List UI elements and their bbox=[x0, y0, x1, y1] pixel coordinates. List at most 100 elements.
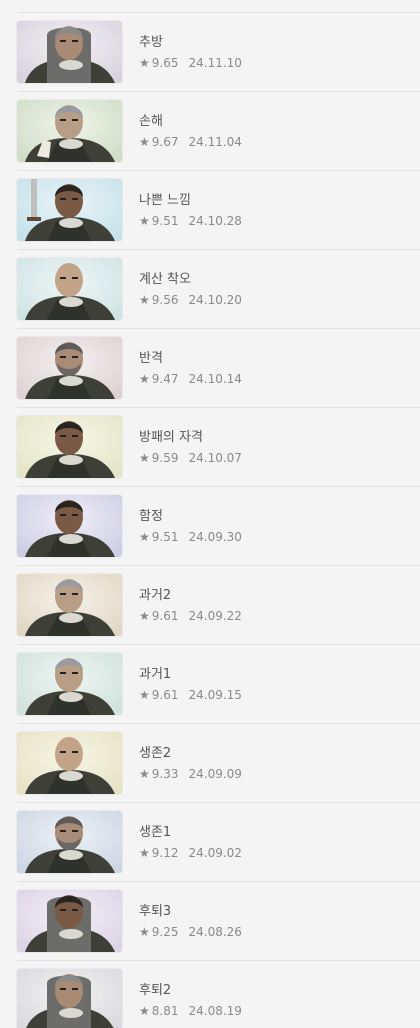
eye-right-shape bbox=[72, 356, 78, 358]
star-icon: ★ bbox=[139, 529, 150, 544]
episode-list-item[interactable]: 생존1 ★ 9.12 24.09.02 bbox=[17, 803, 420, 882]
collar-clasp-shape bbox=[59, 376, 83, 386]
star-icon: ★ bbox=[139, 1003, 150, 1018]
star-icon: ★ bbox=[139, 371, 150, 386]
episode-list-item[interactable]: 추방 ★ 9.65 24.11.10 bbox=[17, 13, 420, 92]
episode-title[interactable]: 생존2 bbox=[139, 746, 242, 762]
episode-date: 24.09.30 bbox=[188, 529, 242, 544]
episode-meta: ★ 9.12 24.09.02 bbox=[139, 846, 242, 860]
episode-title[interactable]: 방패의 자격 bbox=[139, 430, 242, 446]
episode-title[interactable]: 나쁜 느낌 bbox=[139, 193, 242, 209]
episode-thumbnail[interactable] bbox=[17, 732, 122, 794]
face-shape bbox=[55, 263, 83, 297]
episode-rating: 9.47 bbox=[151, 371, 179, 386]
star-icon: ★ bbox=[139, 924, 150, 939]
collar-clasp-shape bbox=[59, 692, 83, 702]
episode-list-item[interactable]: 방패의 자격 ★ 9.59 24.10.07 bbox=[17, 408, 420, 487]
star-icon: ★ bbox=[139, 450, 150, 465]
episode-list-item[interactable]: 과거2 ★ 9.61 24.09.22 bbox=[17, 566, 420, 645]
episode-meta: ★ 9.65 24.11.10 bbox=[139, 56, 242, 70]
eye-left-shape bbox=[60, 356, 66, 358]
episode-thumbnail[interactable] bbox=[17, 179, 122, 241]
episode-list-item[interactable]: 과거1 ★ 9.61 24.09.15 bbox=[17, 645, 420, 724]
collar-clasp-shape bbox=[59, 60, 83, 70]
episode-info: 방패의 자격 ★ 9.59 24.10.07 bbox=[139, 430, 242, 465]
episode-title[interactable]: 후퇴3 bbox=[139, 904, 242, 920]
episode-title[interactable]: 생존1 bbox=[139, 825, 242, 841]
episode-list-item[interactable]: 후퇴3 ★ 9.25 24.08.26 bbox=[17, 882, 420, 961]
episode-list-item[interactable]: 함정 ★ 9.51 24.09.30 bbox=[17, 487, 420, 566]
eye-right-shape bbox=[72, 751, 78, 753]
episode-list-item[interactable]: 손해 ★ 9.67 24.11.04 bbox=[17, 92, 420, 171]
thumbnail-illustration bbox=[17, 811, 122, 873]
collar-clasp-shape bbox=[59, 139, 83, 149]
thumbnail-illustration bbox=[17, 337, 122, 399]
episode-info: 손해 ★ 9.67 24.11.04 bbox=[139, 114, 242, 149]
thumbnail-illustration bbox=[17, 495, 122, 557]
episode-meta: ★ 8.81 24.08.19 bbox=[139, 1004, 242, 1018]
episode-info: 추방 ★ 9.65 24.11.10 bbox=[139, 35, 242, 70]
episode-date: 24.11.04 bbox=[188, 134, 242, 149]
eye-left-shape bbox=[60, 435, 66, 437]
episode-thumbnail[interactable] bbox=[17, 416, 122, 478]
episode-rating: 9.59 bbox=[151, 450, 179, 465]
episode-meta: ★ 9.61 24.09.22 bbox=[139, 609, 242, 623]
thumbnail-illustration bbox=[17, 416, 122, 478]
thumbnail-illustration bbox=[17, 653, 122, 715]
eye-right-shape bbox=[72, 672, 78, 674]
episode-thumbnail[interactable] bbox=[17, 100, 122, 162]
thumbnail-illustration bbox=[17, 179, 122, 241]
episode-thumbnail[interactable] bbox=[17, 337, 122, 399]
eye-left-shape bbox=[60, 830, 66, 832]
episode-date: 24.10.20 bbox=[188, 292, 242, 307]
episode-meta: ★ 9.33 24.09.09 bbox=[139, 767, 242, 781]
episode-thumbnail[interactable] bbox=[17, 258, 122, 320]
episode-thumbnail[interactable] bbox=[17, 653, 122, 715]
episode-date: 24.08.19 bbox=[188, 1003, 242, 1018]
episode-title[interactable]: 과거1 bbox=[139, 667, 242, 683]
episode-info: 과거2 ★ 9.61 24.09.22 bbox=[139, 588, 242, 623]
collar-clasp-shape bbox=[59, 455, 83, 465]
episode-title[interactable]: 함정 bbox=[139, 509, 242, 525]
episode-title[interactable]: 계산 착오 bbox=[139, 272, 242, 288]
eye-left-shape bbox=[60, 198, 66, 200]
episode-date: 24.09.15 bbox=[188, 687, 242, 702]
star-icon: ★ bbox=[139, 766, 150, 781]
episode-rating: 9.51 bbox=[151, 213, 179, 228]
star-icon: ★ bbox=[139, 134, 150, 149]
eye-left-shape bbox=[60, 119, 66, 121]
episode-list-item[interactable]: 나쁜 느낌 ★ 9.51 24.10.28 bbox=[17, 171, 420, 250]
eye-left-shape bbox=[60, 988, 66, 990]
episode-date: 24.08.26 bbox=[188, 924, 242, 939]
episode-meta: ★ 9.59 24.10.07 bbox=[139, 451, 242, 465]
episode-meta: ★ 9.51 24.09.30 bbox=[139, 530, 242, 544]
episode-date: 24.09.09 bbox=[188, 766, 242, 781]
episode-title[interactable]: 후퇴2 bbox=[139, 983, 242, 999]
episode-title[interactable]: 추방 bbox=[139, 35, 242, 51]
episode-title[interactable]: 과거2 bbox=[139, 588, 242, 604]
star-icon: ★ bbox=[139, 687, 150, 702]
episode-thumbnail[interactable] bbox=[17, 495, 122, 557]
eye-left-shape bbox=[60, 277, 66, 279]
collar-clasp-shape bbox=[59, 218, 83, 228]
episode-rating: 9.51 bbox=[151, 529, 179, 544]
episode-list-item[interactable]: 계산 착오 ★ 9.56 24.10.20 bbox=[17, 250, 420, 329]
episode-thumbnail[interactable] bbox=[17, 969, 122, 1028]
star-icon: ★ bbox=[139, 845, 150, 860]
episode-thumbnail[interactable] bbox=[17, 574, 122, 636]
episode-title[interactable]: 반격 bbox=[139, 351, 242, 367]
eye-right-shape bbox=[72, 40, 78, 42]
episode-list-item[interactable]: 생존2 ★ 9.33 24.09.09 bbox=[17, 724, 420, 803]
episode-title[interactable]: 손해 bbox=[139, 114, 242, 130]
episode-rating: 9.61 bbox=[151, 687, 179, 702]
episode-list-item[interactable]: 반격 ★ 9.47 24.10.14 bbox=[17, 329, 420, 408]
episode-thumbnail[interactable] bbox=[17, 890, 122, 952]
episode-meta: ★ 9.25 24.08.26 bbox=[139, 925, 242, 939]
episode-thumbnail[interactable] bbox=[17, 21, 122, 83]
episode-meta: ★ 9.67 24.11.04 bbox=[139, 135, 242, 149]
episode-thumbnail[interactable] bbox=[17, 811, 122, 873]
eye-right-shape bbox=[72, 514, 78, 516]
episode-list-item[interactable]: 후퇴2 ★ 8.81 24.08.19 bbox=[17, 961, 420, 1028]
thumbnail-illustration bbox=[17, 969, 122, 1028]
eye-left-shape bbox=[60, 40, 66, 42]
